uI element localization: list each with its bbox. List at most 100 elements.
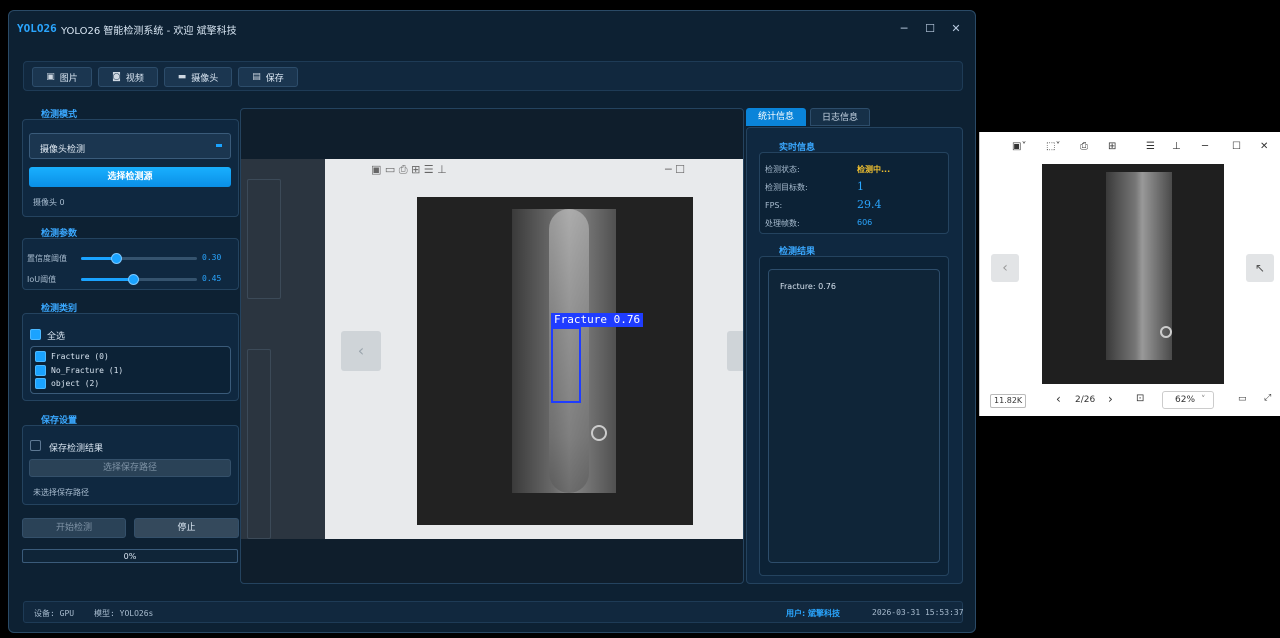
fullscreen-icon[interactable]: ⤢ [1264,393,1271,403]
camera-index-label: 摄像头 0 [33,198,65,207]
select-all-label: 全选 [47,332,66,342]
conf-slider[interactable] [81,253,197,264]
select-all-checkbox[interactable] [30,329,41,340]
file-size-badge: 11.82K [990,394,1027,408]
class-checkbox-object[interactable] [35,378,46,389]
pin-icon[interactable]: ⊥ [1172,141,1181,152]
fps-value: 29.4 [857,198,882,211]
captured-next-arrow-icon [727,331,743,371]
viewer-prev-icon[interactable]: ‹ [1056,392,1061,406]
save-icon: ▤ [252,72,261,82]
camera-icon: ▬ [177,72,187,82]
progress-bar: 0% [22,549,238,563]
detect-mode-select[interactable]: 摄像头检测 [29,133,231,159]
window-title: YOLO26 智能检测系统 - 欢迎 斌擎科技 [61,26,237,37]
class-label-no-fracture: No_Fracture (1) [51,366,124,375]
app-logo: YOLO26 [17,22,57,35]
class-checkbox-fracture[interactable] [35,351,46,362]
image-button-label: 图片 [59,73,78,84]
tab-logs[interactable]: 日志信息 [810,108,870,126]
xray-marker [591,425,607,441]
model-label: 模型: YOLO26s [94,609,154,618]
crop-icon[interactable]: ⬚˅ [1046,141,1060,152]
photo-viewer-window: ▣˅ ⬚˅ ⎙ ⊞ ☰ ⊥ ─ ☐ ✕ ‹ ↖ 11.82K ‹ 2/26 › … [979,132,1280,416]
edit-image-icon[interactable]: ▣˅ [1012,141,1026,152]
viewer-image [1042,164,1224,384]
toolbar: ▣ 图片 ◙ 视频 ▬ 摄像头 ▤ 保存 [23,61,963,91]
save-button[interactable]: ▤ 保存 [238,67,298,87]
image-icon: ▣ [46,72,55,82]
iou-value: 0.45 [202,274,222,283]
iou-slider-handle[interactable] [128,274,139,285]
viewer-xray-marker [1160,326,1172,338]
main-window: YOLO26 YOLO26 智能检测系统 - 欢迎 斌擎科技 ─ ☐ ✕ ▣ 图… [8,10,976,633]
camera-button[interactable]: ▬ 摄像头 [164,67,232,87]
results-list: Fracture: 0.76 [768,269,940,563]
conf-slider-handle[interactable] [111,253,122,264]
viewer-close-button[interactable]: ✕ [1260,141,1268,152]
title-bar: YOLO26 YOLO26 智能检测系统 - 欢迎 斌擎科技 ─ ☐ ✕ [9,11,975,47]
print-icon[interactable]: ⎙ [1080,141,1088,152]
menu-icon[interactable]: ☰ [1146,141,1155,152]
zoom-chevron-icon: ˅ [1201,395,1206,405]
viewer-maximize-button[interactable]: ☐ [1232,141,1241,152]
slideshow-icon[interactable]: ▭ [1238,394,1247,404]
detection-view: Fracture 0.76 ▣ ▭ ⎙ ⊞ ☰ ⊥ ─ ☐ ‹ [240,108,744,584]
bbox-fracture [551,327,581,403]
start-detection-button[interactable]: 开始检测 [22,518,126,538]
viewer-prev-arrow-icon[interactable]: ‹ [991,254,1019,282]
iou-slider-fill [81,278,133,281]
captured-prev-arrow-icon: ‹ [341,331,381,371]
progress-text: 0% [123,552,137,561]
captured-toolbar-icon: ▣ ▭ ⎙ ⊞ ☰ ⊥ [371,163,447,176]
stop-button[interactable]: 停止 [134,518,239,538]
select-save-path-button[interactable]: 选择保存路径 [29,459,231,477]
viewer-minimize-button[interactable]: ─ [1202,141,1208,152]
maximize-button[interactable]: ☐ [919,19,941,39]
status-label: 检测状态: [765,165,800,174]
conf-value: 0.30 [202,253,222,262]
result-item: Fracture: 0.76 [780,282,836,291]
captured-panel-edge [247,179,281,299]
detect-mode-value: 摄像头检测 [40,145,86,155]
tab-statistics[interactable]: 统计信息 [746,108,806,126]
video-button[interactable]: ◙ 视频 [98,67,158,87]
class-label-fracture: Fracture (0) [51,352,109,361]
close-button[interactable]: ✕ [945,19,967,39]
target-count-label: 检测目标数: [765,183,808,192]
fit-icon[interactable]: ⊡ [1136,393,1144,404]
frames-label: 处理帧数: [765,219,800,228]
share-icon[interactable]: ⊞ [1108,141,1116,152]
video-button-label: 视频 [125,73,144,84]
save-results-label: 保存检测结果 [49,444,104,454]
select-source-button[interactable]: 选择检测源 [29,167,231,187]
video-icon: ◙ [112,72,121,82]
class-label-object: object (2) [51,379,100,388]
save-button-label: 保存 [265,73,284,84]
captured-panel-edge-2 [247,349,271,539]
viewer-next-icon[interactable]: › [1108,392,1113,406]
device-label: 设备: GPU [34,609,75,618]
target-count-value: 1 [857,180,864,193]
conf-label: 置信度阈值 [27,254,67,263]
user-label: 用户: 斌擎科技 [786,609,840,618]
iou-slider[interactable] [81,274,197,285]
fps-label: FPS: [765,201,783,210]
frames-value: 606 [857,218,873,227]
status-bar: 设备: GPU 模型: YOLO26s 用户: 斌擎科技 2026-03-31 … [23,601,964,623]
viewer-next-arrow-icon[interactable]: ↖ [1246,254,1274,282]
minimize-button[interactable]: ─ [893,19,915,39]
page-indicator: 2/26 [1075,395,1096,405]
save-results-checkbox[interactable] [30,440,41,451]
iou-label: IoU阈值 [27,275,57,284]
image-button[interactable]: ▣ 图片 [32,67,92,87]
save-path-status: 未选择保存路径 [33,488,89,497]
bbox-label: Fracture 0.76 [551,313,644,327]
clock: 2026-03-31 15:53:37 [872,608,964,617]
status-value: 检测中... [857,165,891,174]
zoom-select[interactable]: 62% ˅ [1162,391,1214,409]
dropdown-icon [216,144,222,147]
captured-window-icons: ─ ☐ [665,163,685,176]
class-checkbox-no-fracture[interactable] [35,365,46,376]
camera-button-label: 摄像头 [191,73,219,84]
